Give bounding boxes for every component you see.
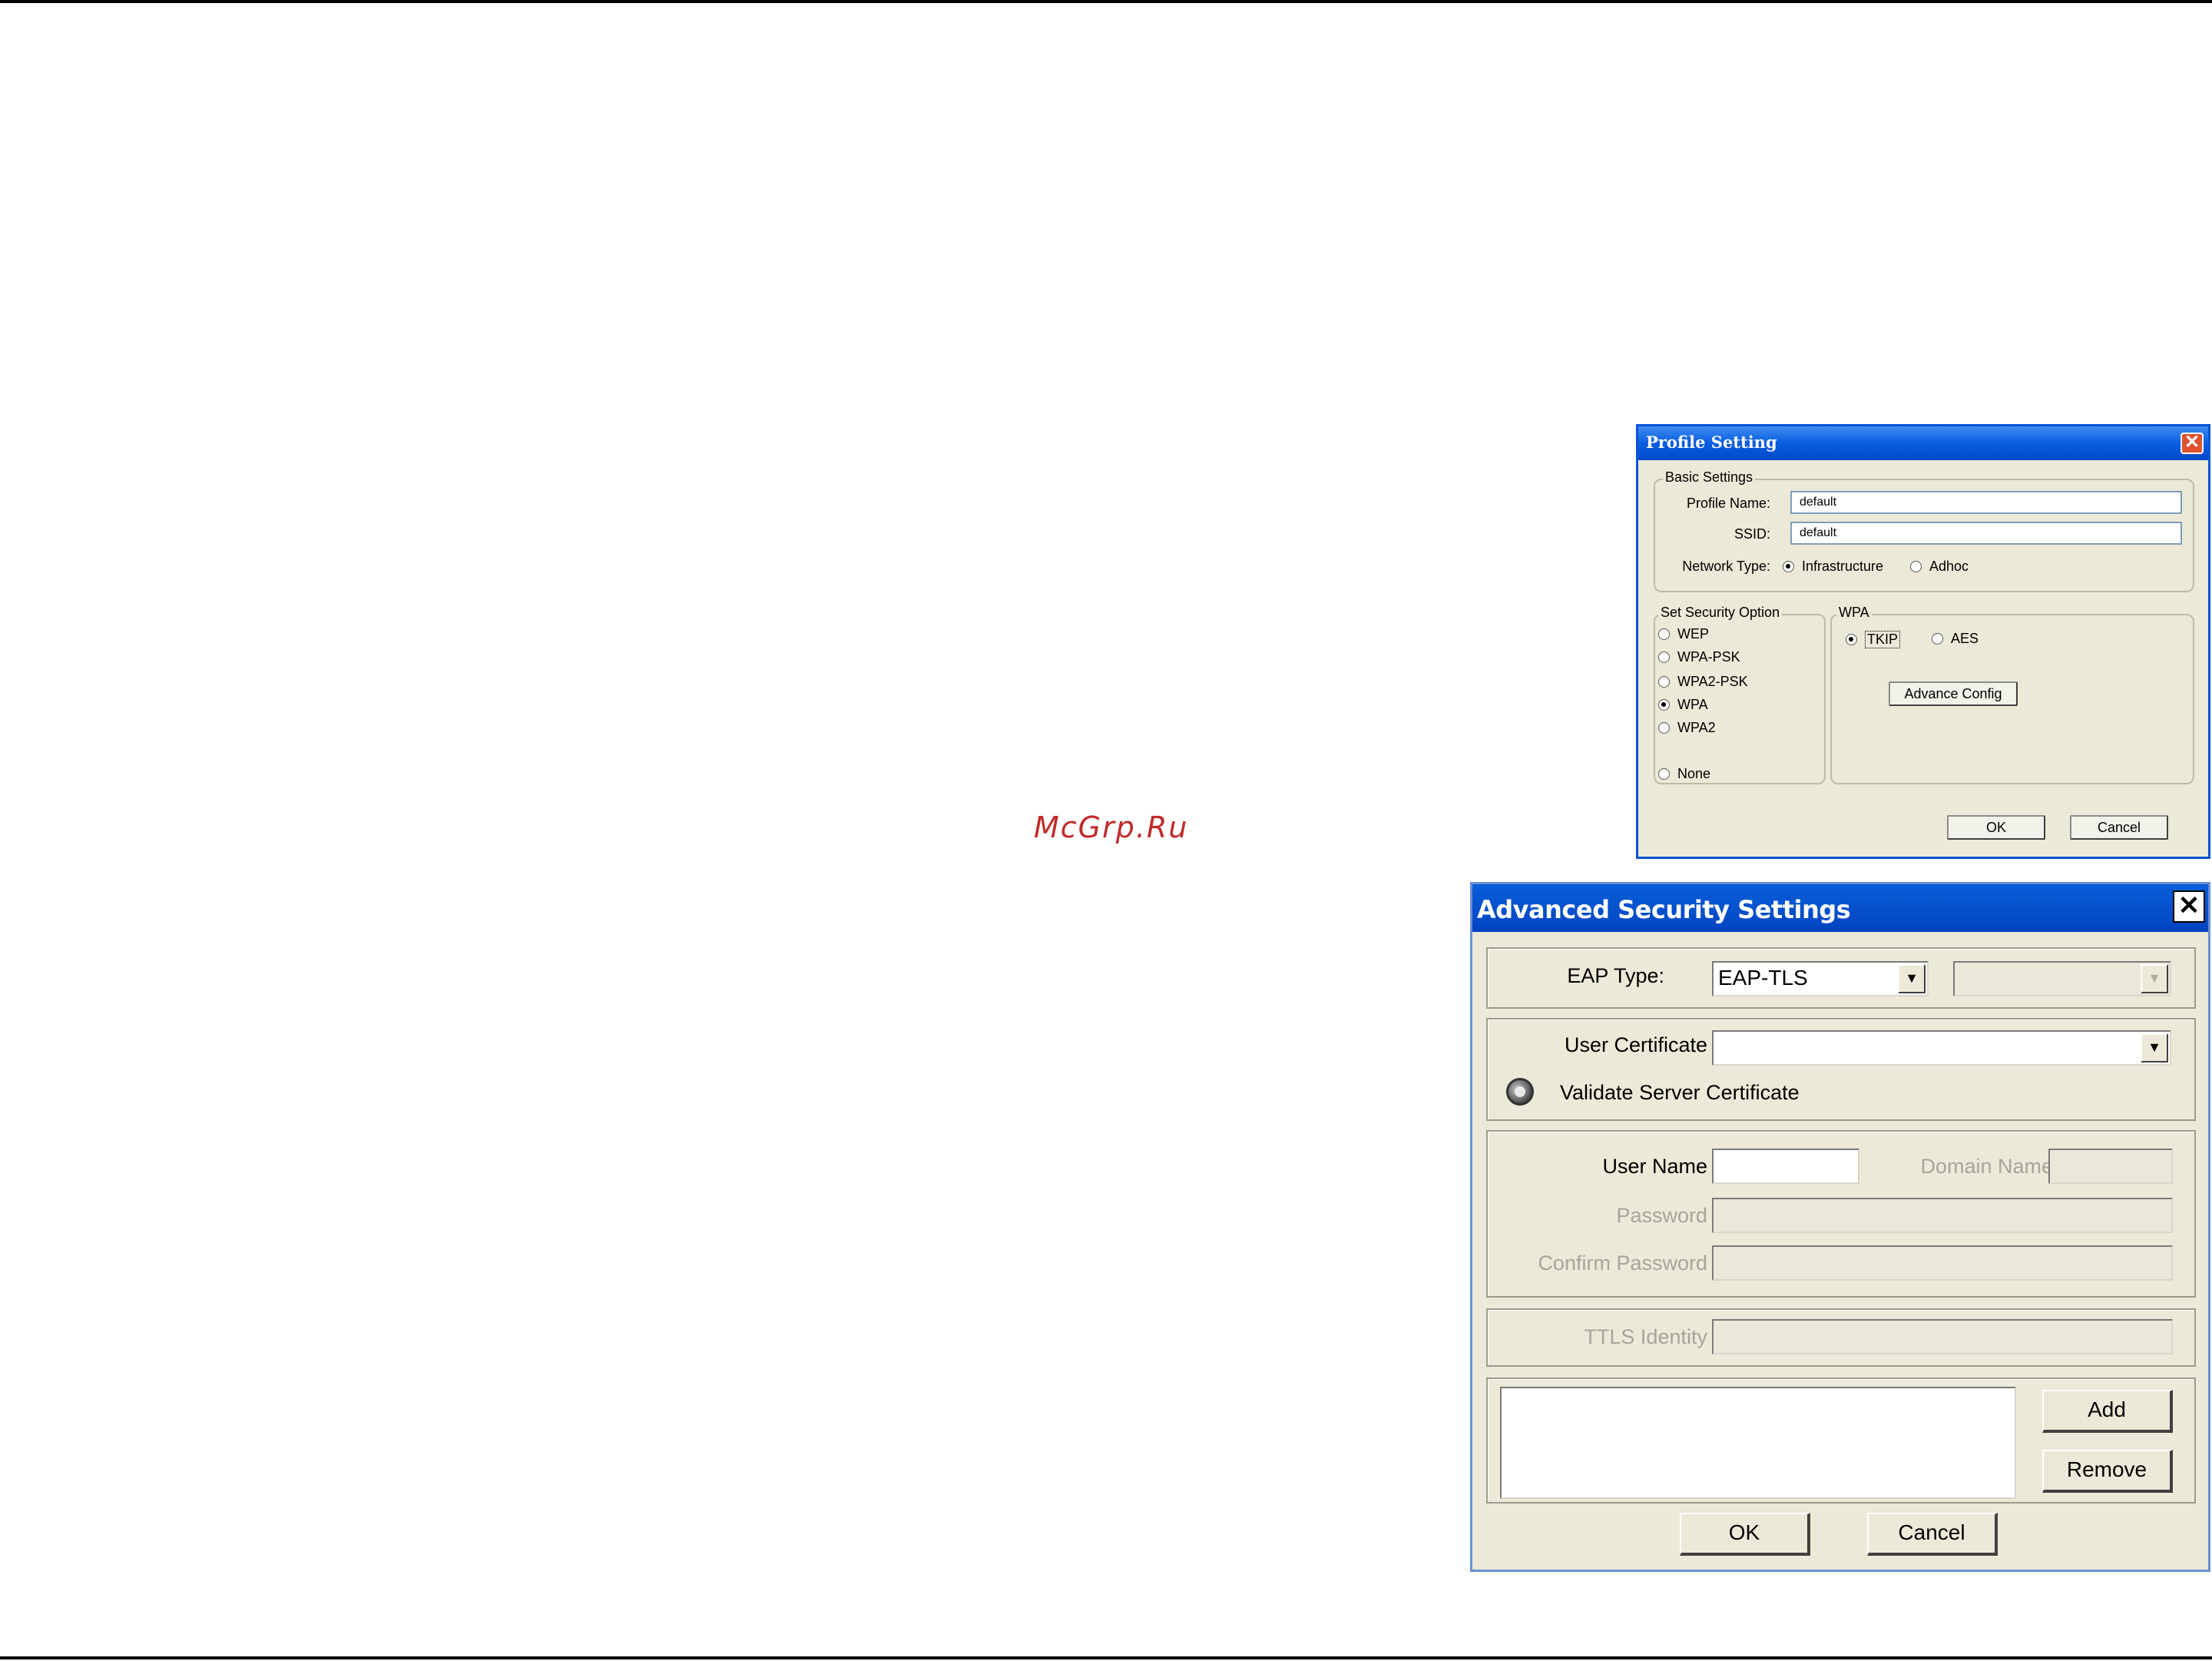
domain-name-input — [2048, 1149, 2173, 1184]
remove-button[interactable]: Remove — [2042, 1450, 2173, 1493]
top-rule — [0, 0, 2212, 3]
ssid-label: SSID: — [1734, 526, 1770, 542]
close-icon[interactable]: ✕ — [2173, 890, 2205, 923]
security-option-wpa-psk-label: WPA-PSK — [1677, 649, 1740, 665]
advanced-cancel-button[interactable]: Cancel — [1867, 1513, 1998, 1556]
security-option-legend: Set Security Option — [1658, 605, 1783, 621]
radio-icon — [1658, 676, 1670, 688]
profile-ok-button[interactable]: OK — [1947, 815, 2045, 840]
network-type-infrastructure[interactable]: Infrastructure — [1783, 559, 1883, 575]
watermark: McGrp.Ru — [1034, 811, 1189, 844]
security-option-wpa2[interactable]: WPA2 — [1658, 720, 1716, 736]
security-option-wpa2-psk[interactable]: WPA2-PSK — [1658, 674, 1748, 690]
advanced-title: Advanced Security Settings — [1477, 895, 1851, 924]
ttls-identity-input — [1712, 1319, 2173, 1354]
close-icon[interactable]: ✕ — [2181, 433, 2204, 454]
profile-setting-dialog: Profile Setting ✕ Basic Settings Profile… — [1636, 424, 2210, 859]
radio-icon — [1658, 699, 1670, 711]
radio-icon — [1658, 722, 1670, 734]
add-button[interactable]: Add — [2042, 1390, 2173, 1433]
profile-cancel-button[interactable]: Cancel — [2070, 815, 2168, 840]
password-input — [1712, 1198, 2173, 1233]
network-type-adhoc-label: Adhoc — [1929, 559, 1969, 574]
eap-type-value: EAP-TLS — [1718, 966, 1808, 990]
wpa-cipher-tkip-label: TKIP — [1865, 631, 1901, 648]
chevron-down-icon[interactable]: ▼ — [2141, 1033, 2168, 1063]
wpa-cipher-tkip[interactable]: TKIP — [1846, 631, 1901, 648]
security-option-wpa-label: WPA — [1677, 697, 1708, 712]
advanced-titlebar[interactable]: Advanced Security Settings ✕ — [1472, 884, 2208, 932]
radio-icon — [1932, 633, 1943, 645]
user-certificate-select[interactable]: ▼ — [1712, 1030, 2171, 1066]
profile-titlebar[interactable]: Profile Setting ✕ — [1638, 426, 2208, 460]
advanced-security-dialog: Advanced Security Settings ✕ EAP Type: E… — [1470, 882, 2210, 1572]
profile-name-label: Profile Name: — [1686, 496, 1770, 511]
list-section: Add Remove — [1486, 1378, 2196, 1504]
security-option-group: Set Security Option WEP WPA-PSK WPA2-PSK… — [1654, 605, 1826, 784]
domain-name-label: Domain Name — [1920, 1155, 2053, 1178]
security-option-wep-label: WEP — [1677, 626, 1710, 642]
eap-type-select[interactable]: EAP-TLS ▼ — [1712, 961, 1929, 996]
wpa-legend: WPA — [1836, 605, 1872, 621]
validate-server-radio[interactable] — [1506, 1078, 1534, 1106]
eap-inner-select: ▼ — [1953, 961, 2171, 996]
security-option-none-label: None — [1677, 766, 1711, 781]
radio-icon — [1783, 561, 1794, 572]
radio-icon — [1846, 634, 1857, 645]
radio-icon — [1910, 561, 1922, 572]
advanced-ok-button[interactable]: OK — [1680, 1513, 1810, 1556]
ttls-identity-label: TTLS Identity — [1584, 1325, 1707, 1348]
user-certificate-label: User Certificate — [1564, 1033, 1707, 1056]
security-option-wpa-psk[interactable]: WPA-PSK — [1658, 649, 1740, 665]
network-type-adhoc[interactable]: Adhoc — [1910, 559, 1969, 575]
security-option-wpa2-label: WPA2 — [1677, 720, 1716, 735]
confirm-password-input — [1712, 1245, 2173, 1281]
eap-type-label: EAP Type: — [1567, 964, 1664, 987]
advance-config-button[interactable]: Advance Config — [1889, 681, 2018, 706]
radio-icon — [1658, 651, 1670, 663]
chevron-down-icon[interactable]: ▼ — [1898, 964, 1926, 993]
ttls-section: TTLS Identity — [1486, 1308, 2196, 1367]
security-option-wep[interactable]: WEP — [1658, 626, 1709, 642]
basic-settings-group: Basic Settings Profile Name: default SSI… — [1654, 469, 2194, 592]
wpa-group: WPA TKIP AES Advance Config — [1830, 605, 2194, 784]
security-option-none[interactable]: None — [1658, 766, 1710, 782]
chevron-down-icon: ▼ — [2141, 964, 2168, 993]
wpa-cipher-aes-label: AES — [1951, 631, 1979, 646]
profile-title: Profile Setting — [1646, 433, 1777, 452]
validate-server-label: Validate Server Certificate — [1560, 1081, 1800, 1104]
bottom-rule — [0, 1656, 2212, 1659]
security-option-wpa2-psk-label: WPA2-PSK — [1677, 674, 1748, 689]
security-option-wpa[interactable]: WPA — [1658, 697, 1708, 713]
profile-name-input[interactable]: default — [1790, 491, 2182, 514]
radio-icon — [1658, 628, 1670, 640]
network-type-infrastructure-label: Infrastructure — [1802, 559, 1884, 574]
certificate-section: User Certificate ▼ Validate Server Certi… — [1486, 1018, 2196, 1121]
confirm-password-label: Confirm Password — [1538, 1252, 1707, 1275]
basic-settings-legend: Basic Settings — [1663, 469, 1756, 486]
credentials-section: User Name Domain Name Password Confirm P… — [1486, 1130, 2196, 1298]
radio-icon — [1658, 768, 1670, 780]
password-label: Password — [1616, 1204, 1707, 1227]
user-name-input[interactable] — [1712, 1149, 1859, 1184]
user-name-label: User Name — [1602, 1155, 1707, 1178]
eap-type-section: EAP Type: EAP-TLS ▼ ▼ — [1486, 947, 2196, 1009]
ssid-input[interactable]: default — [1790, 522, 2182, 545]
network-type-label: Network Type: — [1682, 559, 1770, 574]
wpa-cipher-aes[interactable]: AES — [1932, 631, 1979, 647]
entry-list[interactable] — [1500, 1387, 2016, 1499]
